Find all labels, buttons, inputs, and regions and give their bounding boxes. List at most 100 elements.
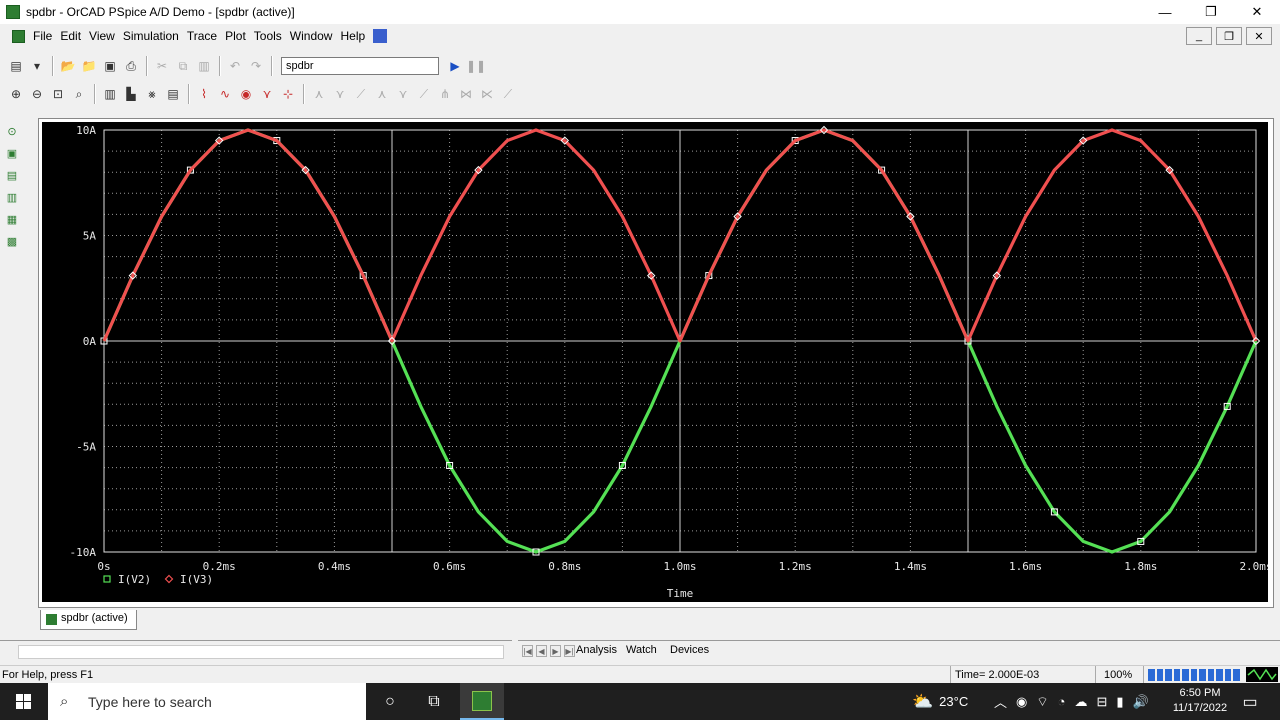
performance-icon[interactable]: ⨳ [142,84,162,104]
undo-icon[interactable]: ↶ [225,56,245,76]
notifications-icon[interactable]: ▭ [1230,683,1270,720]
doc-restore-button[interactable]: ❐ [1216,27,1242,45]
standard-toolbar: ▤ ▾ 📂 📁 ▣ ⎙ ✂ ⧉ ▥ ↶ ↷ ▶ ❚❚ [0,52,1280,80]
menu-window[interactable]: Window [286,29,337,43]
prev-transition-icon[interactable]: ⋉ [477,84,497,104]
task-view-icon[interactable]: ⧉ [412,683,456,720]
zoom-area-icon[interactable]: ⊡ [48,84,68,104]
wifi-icon[interactable]: ⌔ [1036,694,1048,710]
x-tick-label: 1.8ms [1124,560,1157,573]
clock-date: 11/17/2022 [1172,702,1228,714]
doc-close-button[interactable]: ✕ [1246,27,1272,45]
onedrive-icon[interactable]: ☁ [1074,694,1087,710]
minimize-button[interactable]: — [1142,0,1188,24]
copy-icon[interactable]: ⧉ [173,56,193,76]
next-transition-icon[interactable]: ⋈ [456,84,476,104]
mark-label-icon[interactable]: ⟋ [498,84,518,104]
toggle-cursor-icon[interactable]: ⊹ [278,84,298,104]
record-icon[interactable]: ◉ [1016,694,1027,710]
save-icon[interactable]: ▣ [100,56,120,76]
cursor-slope-icon[interactable]: ⟋ [351,84,371,104]
new-dropdown-icon[interactable]: ▾ [27,56,47,76]
open-icon[interactable]: 📂 [58,56,78,76]
simulation-profile-input[interactable] [281,57,439,75]
pause-icon[interactable]: ❚❚ [466,56,486,76]
run-icon[interactable]: ▶ [445,56,465,76]
log-x-icon[interactable]: ▥ [100,84,120,104]
windows-logo-icon [15,694,31,709]
taskbar-search[interactable]: ⌕ Type here to search [48,683,366,720]
waveform-plot[interactable]: 10A 5A 0A -5A -10A0s 0.2ms 0.4ms 0.6ms 0.8ms 1.0m… [42,122,1268,602]
tab-watch[interactable]: Watch [626,644,657,656]
tray-chevron-icon[interactable]: ︿ [994,692,1007,711]
watch-window-icon[interactable]: ▦ [3,210,21,228]
pin-icon[interactable]: ⊙ [3,122,21,140]
tab-devices[interactable]: Devices [670,644,709,656]
menu-tools[interactable]: Tools [250,29,286,43]
log-y-icon[interactable]: ▤ [163,84,183,104]
rgb-icon[interactable]: ◉ [236,84,256,104]
menu-edit[interactable]: Edit [56,29,85,43]
cortana-icon[interactable]: ○ [368,683,412,720]
x-tick-label: 0s [97,560,110,573]
system-tray: ︿ ◉ ⌔ ◔ ☁ ⊟ ▮ 🔊 [994,683,1149,720]
new-icon[interactable]: ▤ [6,56,26,76]
probe-window-icon[interactable]: ▥ [3,188,21,206]
pspice-taskbar-icon[interactable] [460,683,504,720]
paste-icon[interactable]: ▥ [194,56,214,76]
print-icon[interactable]: ⎙ [121,56,141,76]
doc-minimize-button[interactable]: _ [1186,27,1212,45]
eval-goal-icon[interactable]: ∿ [215,84,235,104]
document-icon[interactable] [12,29,25,43]
first-tab-button[interactable]: |◀ [522,645,533,657]
output-window-icon[interactable]: ▣ [3,144,21,162]
menu-plot[interactable]: Plot [221,29,250,43]
last-tab-button[interactable]: ▶| [564,645,575,657]
network-icon[interactable]: ⊟ [1096,694,1107,710]
cursor-min-icon[interactable]: ⋏ [372,84,392,104]
x-tick-label: 0.4ms [318,560,351,573]
x-tick-label: 1.2ms [779,560,812,573]
menu-file[interactable]: File [29,29,56,43]
redo-icon[interactable]: ↷ [246,56,266,76]
zoom-out-icon[interactable]: ⊖ [27,84,47,104]
menu-trace[interactable]: Trace [183,29,221,43]
trace-marker-icon[interactable]: ⋎ [257,84,277,104]
maximize-button[interactable]: ❐ [1188,0,1234,24]
context-help-icon[interactable] [373,29,388,43]
cursor-point-icon[interactable]: ⟋ [414,84,434,104]
next-tab-button[interactable]: ▶ [550,645,561,657]
fourier-icon[interactable]: ▙ [121,84,141,104]
cursor-search-icon[interactable]: ⋔ [435,84,455,104]
close-button[interactable]: ✕ [1234,0,1280,24]
zoom-fit-icon[interactable]: ⌕ [69,84,89,104]
cut-icon[interactable]: ✂ [152,56,172,76]
volume-icon[interactable]: 🔊 [1133,694,1149,710]
tab-analysis[interactable]: Analysis [576,644,617,656]
mic-icon[interactable]: ▮ [1116,694,1123,710]
menu-view[interactable]: View [85,29,119,43]
y-tick-label: -5A [76,441,96,454]
start-button[interactable] [0,683,46,720]
open-folder-icon[interactable]: 📁 [79,56,99,76]
cursor-trough-icon[interactable]: ⋎ [330,84,350,104]
menu-simulation[interactable]: Simulation [119,29,183,43]
plot-window-icon[interactable]: ▩ [3,232,21,250]
title-bar: spdbr - OrCAD PSpice A/D Demo - [spdbr (… [0,0,1280,24]
prev-tab-button[interactable]: ◀ [536,645,547,657]
add-trace-icon[interactable]: ⌇ [194,84,214,104]
window-title: spdbr - OrCAD PSpice A/D Demo - [spdbr (… [26,5,295,19]
weather-widget[interactable]: ⛅ 23°C [912,683,968,720]
cursor-max-icon[interactable]: ⋎ [393,84,413,104]
tab-spdbr-active[interactable]: spdbr (active) [40,610,137,630]
taskbar-clock[interactable]: 6:50 PM 11/17/2022 [1168,686,1232,716]
clock-time: 6:50 PM [1179,687,1221,699]
vpn-icon[interactable]: ◔ [1058,694,1066,709]
zoom-in-icon[interactable]: ⊕ [6,84,26,104]
cursor-peak-icon[interactable]: ⋏ [309,84,329,104]
search-icon: ⌕ [60,693,69,710]
menu-bar: File Edit View Simulation Trace Plot Too… [0,25,1280,47]
output-field[interactable] [18,645,504,659]
menu-help[interactable]: Help [336,29,369,43]
simulation-status-icon[interactable]: ▤ [3,166,21,184]
